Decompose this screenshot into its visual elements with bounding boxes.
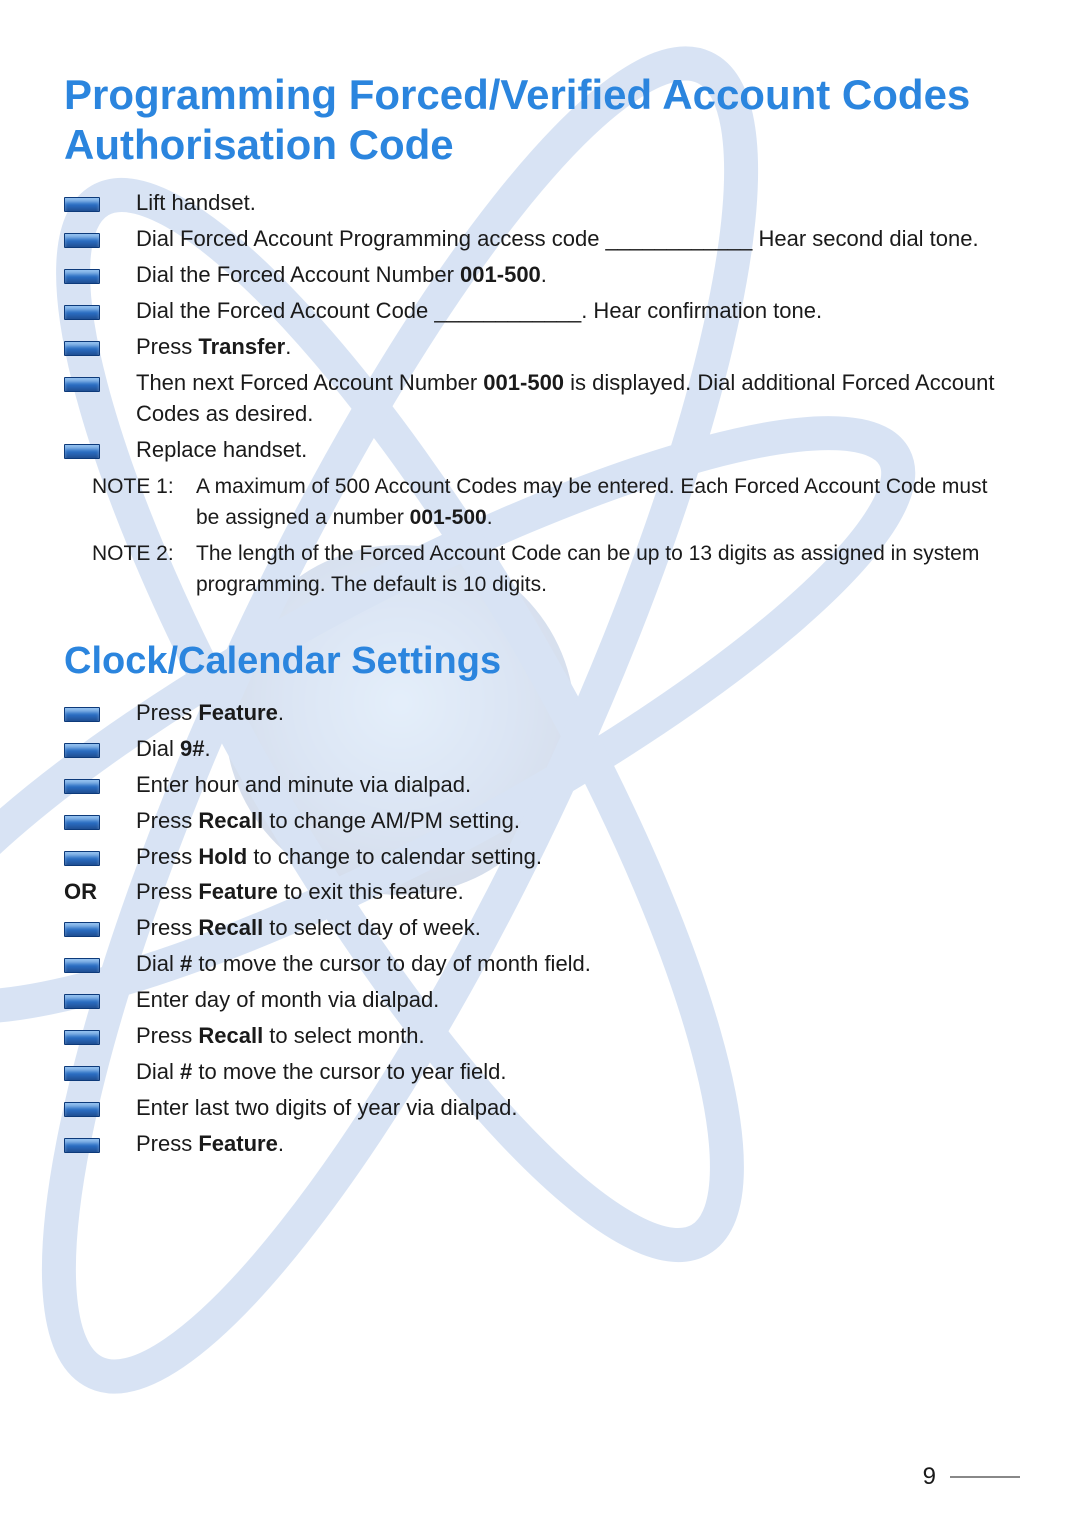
bullet-icon — [64, 922, 100, 937]
section-1-steps: Lift handset. Dial Forced Account Program… — [64, 187, 1016, 466]
note-text: A maximum of 500 Account Codes may be en… — [196, 472, 1016, 533]
bullet-icon — [64, 779, 100, 794]
section-2-steps: Press Feature. Dial 9#. Enter hour and min… — [64, 697, 1016, 1160]
step-text: Press Recall to change AM/PM setting. — [136, 805, 1016, 837]
page-number-value: 9 — [923, 1463, 936, 1491]
step-text: Press Transfer. — [136, 331, 1016, 363]
bullet-icon — [64, 377, 100, 392]
bullet-icon — [64, 269, 100, 284]
bullet-icon — [64, 1138, 100, 1153]
list-item: Press Recall to select day of week. — [64, 912, 1016, 944]
step-text: Dial # to move the cursor to day of mont… — [136, 948, 1016, 980]
bullet-icon — [64, 305, 100, 320]
step-text: Dial the Forced Account Code ___________… — [136, 295, 1016, 327]
step-text: Lift handset. — [136, 187, 1016, 219]
bullet-icon — [64, 958, 100, 973]
list-item: Lift handset. — [64, 187, 1016, 219]
note-item: NOTE 2:The length of the Forced Account … — [92, 539, 1016, 600]
bullet-icon — [64, 233, 100, 248]
list-item: Enter day of month via dialpad. — [64, 984, 1016, 1016]
bullet-icon — [64, 341, 100, 356]
step-text: Press Feature. — [136, 1128, 1016, 1160]
list-item: Dial # to move the cursor to day of mont… — [64, 948, 1016, 980]
list-item: Dial the Forced Account Number 001-500. — [64, 259, 1016, 291]
section-2-heading: Clock/Calendar Settings — [64, 640, 1016, 683]
note-label: NOTE 1: — [92, 472, 196, 502]
note-label: NOTE 2: — [92, 539, 196, 569]
section-1-heading: Programming Forced/Verified Account Code… — [64, 70, 1016, 169]
list-item: Dial 9#. — [64, 733, 1016, 765]
step-text: Press Recall to select month. — [136, 1020, 1016, 1052]
bullet-icon — [64, 707, 100, 722]
step-text: Dial the Forced Account Number 001-500. — [136, 259, 1016, 291]
step-text: Enter last two digits of year via dialpa… — [136, 1092, 1016, 1124]
bullet-icon — [64, 994, 100, 1009]
page-number: 9 — [923, 1463, 1020, 1491]
step-text: Press Recall to select day of week. — [136, 912, 1016, 944]
page-number-rule — [950, 1476, 1020, 1478]
bullet-icon — [64, 1102, 100, 1117]
list-item: Dial # to move the cursor to year field. — [64, 1056, 1016, 1088]
list-item: Press Hold to change to calendar setting… — [64, 841, 1016, 873]
list-item: Press Feature. — [64, 697, 1016, 729]
note-text: The length of the Forced Account Code ca… — [196, 539, 1016, 600]
bullet-icon — [64, 815, 100, 830]
note-item: NOTE 1:A maximum of 500 Account Codes ma… — [92, 472, 1016, 533]
step-inline-label: OR — [64, 876, 136, 908]
list-item: Dial the Forced Account Code ___________… — [64, 295, 1016, 327]
bullet-icon — [64, 1066, 100, 1081]
list-item: Press Recall to change AM/PM setting. — [64, 805, 1016, 837]
step-text: Press Feature. — [136, 697, 1016, 729]
section-1-notes: NOTE 1:A maximum of 500 Account Codes ma… — [92, 472, 1016, 600]
step-text: Enter hour and minute via dialpad. — [136, 769, 1016, 801]
step-text: Dial Forced Account Programming access c… — [136, 223, 1016, 255]
bullet-icon — [64, 444, 100, 459]
list-item: Press Feature. — [64, 1128, 1016, 1160]
list-item: Enter last two digits of year via dialpa… — [64, 1092, 1016, 1124]
step-text: Dial 9#. — [136, 733, 1016, 765]
list-item: ORPress Feature to exit this feature. — [64, 876, 1016, 908]
step-text: Then next Forced Account Number 001-500 … — [136, 367, 1016, 431]
step-text: Press Hold to change to calendar setting… — [136, 841, 1016, 873]
step-text: Press Feature to exit this feature. — [136, 876, 1016, 908]
bullet-icon — [64, 851, 100, 866]
list-item: Replace handset. — [64, 434, 1016, 466]
bullet-icon — [64, 197, 100, 212]
list-item: Then next Forced Account Number 001-500 … — [64, 367, 1016, 431]
list-item: Dial Forced Account Programming access c… — [64, 223, 1016, 255]
bullet-icon — [64, 743, 100, 758]
step-text: Enter day of month via dialpad. — [136, 984, 1016, 1016]
step-text: Dial # to move the cursor to year field. — [136, 1056, 1016, 1088]
step-text: Replace handset. — [136, 434, 1016, 466]
bullet-icon — [64, 1030, 100, 1045]
list-item: Enter hour and minute via dialpad. — [64, 769, 1016, 801]
page-content: Programming Forced/Verified Account Code… — [0, 0, 1080, 1533]
list-item: Press Transfer. — [64, 331, 1016, 363]
list-item: Press Recall to select month. — [64, 1020, 1016, 1052]
